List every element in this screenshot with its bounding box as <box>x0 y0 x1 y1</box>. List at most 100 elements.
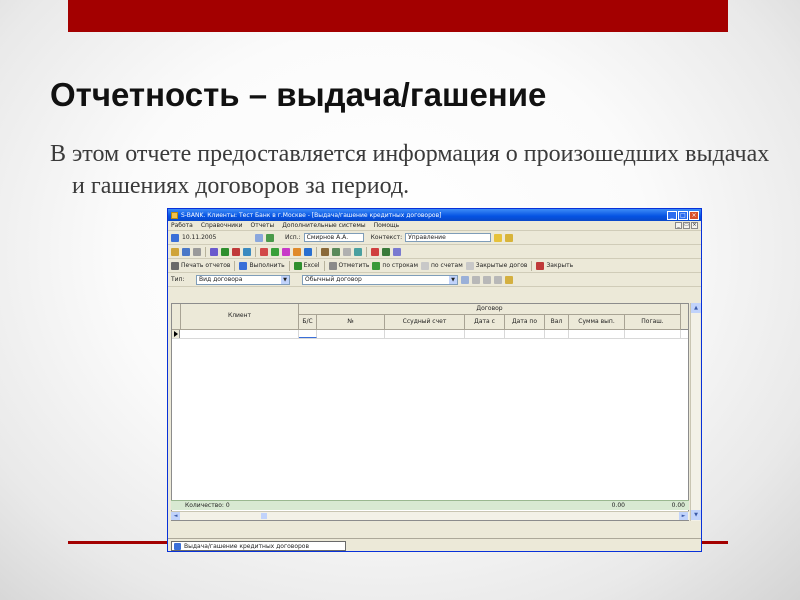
closed-contracts-button[interactable]: Закрытые догов <box>465 261 527 270</box>
column-group-contract: Договор <box>299 304 681 315</box>
window-icon[interactable] <box>393 247 401 256</box>
menu-references[interactable]: Справочники <box>201 222 243 229</box>
type-label: Тип: <box>171 276 185 283</box>
list-icon[interactable] <box>193 247 201 256</box>
column-loan-account[interactable]: Ссудный счет <box>385 315 465 330</box>
minimize-button[interactable]: _ <box>667 210 677 220</box>
summary-row: Количество: 0 0.00 0.00 <box>171 500 689 510</box>
scroll-up-icon[interactable]: ▲ <box>691 303 701 313</box>
horizontal-scrollbar[interactable]: ◄ ► <box>171 511 689 520</box>
column-client[interactable]: Клиент <box>181 304 299 330</box>
executor-field[interactable]: Смирнов А.А. <box>303 233 364 242</box>
taskbar-window-button[interactable]: Выдача/гашение кредитных договоров <box>171 541 346 551</box>
menu-work[interactable]: Работа <box>171 222 193 229</box>
executor-label: Исп.: <box>285 234 301 241</box>
apply-filter-icon[interactable] <box>461 275 469 284</box>
chevron-down-icon: ▼ <box>281 275 289 284</box>
execute-button[interactable]: Выполнить <box>239 261 285 270</box>
maximize-button[interactable]: □ <box>678 210 688 220</box>
open-folder-icon[interactable] <box>171 247 179 256</box>
cell-bs[interactable] <box>299 330 317 338</box>
column-issued-sum[interactable]: Сумма вып. <box>569 315 625 330</box>
report-grid[interactable]: Клиент Договор Б/С № Ссудный счет Дата с… <box>171 303 689 521</box>
column-number[interactable]: № <box>317 315 385 330</box>
calculator-icon[interactable] <box>182 247 190 256</box>
column-currency[interactable]: Вал <box>545 315 569 330</box>
cell-number[interactable] <box>317 330 385 338</box>
cell-loan-account[interactable] <box>385 330 465 338</box>
cell-repaid[interactable] <box>625 330 681 338</box>
cell-currency[interactable] <box>545 330 569 338</box>
table-row[interactable] <box>172 330 688 339</box>
navigate-icon[interactable] <box>472 275 480 284</box>
report-icon[interactable] <box>210 247 218 256</box>
column-date-to[interactable]: Дата по <box>505 315 545 330</box>
calendar-icon[interactable] <box>171 233 179 242</box>
mdi-minimize-button[interactable]: _ <box>675 222 682 229</box>
toolbar-icons <box>168 245 701 259</box>
menu-help[interactable]: Помощь <box>374 222 400 229</box>
scroll-thumb[interactable] <box>261 513 267 519</box>
cell-client[interactable] <box>181 330 299 338</box>
stop-icon[interactable] <box>371 247 379 256</box>
sync-icon[interactable] <box>354 247 362 256</box>
card-icon[interactable] <box>332 247 340 256</box>
context-label: Контекст: <box>370 234 403 241</box>
toolbar-context: 10.11.2005 Исп.: Смирнов А.А. Контекст: … <box>168 231 701 245</box>
scroll-left-icon[interactable]: ◄ <box>171 512 180 520</box>
delete-icon[interactable] <box>260 247 268 256</box>
menu-bar: Работа Справочники Отчеты Дополнительные… <box>168 221 701 231</box>
document-icon[interactable] <box>243 247 251 256</box>
row-selector-header <box>172 304 181 330</box>
menu-extra-systems[interactable]: Дополнительные системы <box>282 222 365 229</box>
vertical-scrollbar[interactable]: ▲ ▼ <box>690 303 701 521</box>
print-reports-button[interactable]: Печать отчетов <box>171 261 230 270</box>
bank-icon[interactable] <box>304 247 312 256</box>
add-icon[interactable] <box>271 247 279 256</box>
scroll-down-icon[interactable]: ▼ <box>691 510 701 520</box>
total-issued: 0.00 <box>611 502 625 509</box>
contract-kind-select[interactable]: Обычный договор ▼ <box>302 274 458 285</box>
current-date: 10.11.2005 <box>182 234 217 241</box>
tools-icon[interactable] <box>282 247 290 256</box>
key-icon[interactable] <box>505 233 514 242</box>
printer-icon <box>171 261 179 270</box>
cell-date-from[interactable] <box>465 330 505 338</box>
close-window-button[interactable]: × <box>689 210 699 220</box>
excel-button[interactable]: Excel <box>293 261 320 270</box>
top-accent-bar <box>68 0 728 32</box>
window-titlebar[interactable]: S-BANK. Клиенты: Тест Банк в г.Москве - … <box>168 209 701 221</box>
table-icon[interactable] <box>221 247 229 256</box>
type-select[interactable]: Вид договора ▼ <box>196 274 290 285</box>
cell-date-to[interactable] <box>505 330 545 338</box>
lock-icon[interactable] <box>494 233 503 242</box>
close-button[interactable]: Закрыть <box>536 261 573 270</box>
column-bs[interactable]: Б/С <box>299 315 317 330</box>
next-icon[interactable] <box>483 275 491 284</box>
excel-icon <box>293 261 302 270</box>
user-icon[interactable] <box>255 233 263 242</box>
settings-icon[interactable] <box>343 247 351 256</box>
money-icon[interactable] <box>293 247 301 256</box>
mdi-close-button[interactable]: × <box>691 222 698 229</box>
forward-icon[interactable] <box>494 275 502 284</box>
scroll-right-icon[interactable]: ► <box>679 512 688 520</box>
pointer-icon[interactable] <box>505 275 513 284</box>
check-icon <box>328 261 337 270</box>
menu-reports[interactable]: Отчеты <box>251 222 275 229</box>
mark-button[interactable]: Отметить <box>328 261 369 270</box>
mdi-restore-button[interactable]: ▭ <box>683 222 690 229</box>
cell-issued-sum[interactable] <box>569 330 625 338</box>
window-title: S-BANK. Клиенты: Тест Банк в г.Москве - … <box>181 211 442 219</box>
archive-icon[interactable] <box>321 247 329 256</box>
context-field[interactable]: Управление <box>405 233 492 242</box>
by-accounts-button[interactable]: по счетам <box>421 261 463 270</box>
by-rows-button[interactable]: по строкам <box>372 261 418 270</box>
chart-icon[interactable] <box>232 247 240 256</box>
refresh-icon[interactable] <box>266 233 274 242</box>
export-icon[interactable] <box>382 247 390 256</box>
column-repaid[interactable]: Погаш. <box>625 315 681 330</box>
total-repaid: 0.00 <box>671 502 685 509</box>
current-row-icon <box>174 331 178 337</box>
column-date-from[interactable]: Дата с <box>465 315 505 330</box>
